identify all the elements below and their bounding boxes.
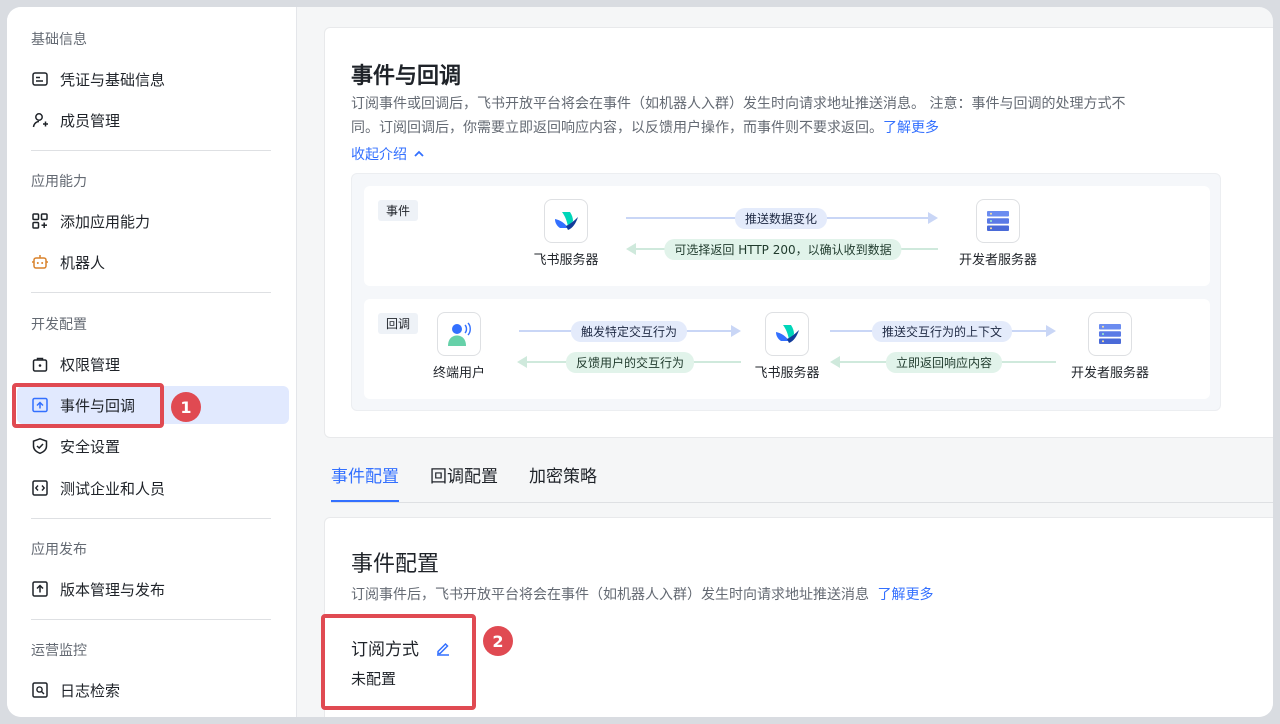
- app-window: 基础信息 凭证与基础信息 成员管理 应用能力 添加应用能力 机器人 开发配置 权…: [7, 7, 1273, 717]
- sidebar-item-test-org[interactable]: 测试企业和人员: [17, 469, 289, 507]
- intro-desc-line1: 订阅事件或回调后，飞书开放平台将会在事件（如机器人入群）发生时向请求地址推送消息…: [351, 96, 1126, 112]
- event-tag: 事件: [378, 200, 419, 221]
- callback-lane: 回调 终端用户 触发特定交互行为 反馈用户的交互行为 飞书服务器 推送交互行为的…: [364, 299, 1210, 399]
- sidebar-item-add-capability[interactable]: 添加应用能力: [17, 202, 289, 240]
- user-add-icon: [31, 111, 49, 129]
- sidebar-item-label: 测试企业和人员: [60, 479, 166, 498]
- collapse-intro-button[interactable]: 收起介绍: [351, 144, 425, 164]
- feishu-logo-icon: [544, 199, 588, 243]
- sidebar-item-label: 版本管理与发布: [60, 580, 166, 599]
- callback-forward2-arrow: 推送交互行为的上下文: [830, 321, 1056, 342]
- chevron-up-icon: [413, 148, 425, 160]
- sidebar-item-credentials[interactable]: 凭证与基础信息: [17, 60, 289, 98]
- divider: [31, 518, 271, 519]
- annotation-badge-1: 1: [171, 392, 201, 422]
- shield-check-icon: [31, 437, 49, 455]
- upload-box-icon: [31, 580, 49, 598]
- robot-icon: [31, 253, 49, 271]
- callback-tag: 回调: [378, 313, 419, 334]
- callback-backward1-label: 反馈用户的交互行为: [565, 352, 695, 373]
- sidebar-item-label: 成员管理: [60, 111, 121, 130]
- sidebar-item-bot[interactable]: 机器人: [17, 243, 289, 281]
- log-search-icon: [31, 681, 49, 699]
- intro-card: 事件与回调 订阅事件或回调后，飞书开放平台将会在事件（如机器人入群）发生时向请求…: [324, 27, 1273, 438]
- sidebar-item-label: 安全设置: [60, 437, 121, 456]
- divider: [31, 292, 271, 293]
- callback-forward1-arrow: 触发特定交互行为: [519, 321, 741, 342]
- divider: [31, 150, 271, 151]
- callback-node3-label: 开发者服务器: [1070, 366, 1149, 381]
- tab-callback-config[interactable]: 回调配置: [430, 462, 498, 502]
- feishu-logo-icon: [765, 312, 809, 356]
- section-title-capabilities: 应用能力: [31, 174, 87, 190]
- sidebar: 基础信息 凭证与基础信息 成员管理 应用能力 添加应用能力 机器人 开发配置 权…: [7, 7, 297, 717]
- annotation-box-1: [12, 383, 164, 428]
- event-forward-arrow: 推送数据变化: [626, 208, 938, 229]
- page-title: 事件与回调: [351, 64, 462, 89]
- config-tabs: 事件配置 回调配置 加密策略: [331, 462, 628, 502]
- section-title-release: 应用发布: [31, 542, 87, 558]
- sidebar-item-label: 添加应用能力: [60, 212, 151, 231]
- tab-encryption[interactable]: 加密策略: [529, 462, 597, 502]
- intro-desc-line2: 同。订阅回调后，你需要立即返回响应内容，以反馈用户操作，而事件则不要求返回。: [351, 120, 883, 136]
- event-config-desc-text: 订阅事件后，飞书开放平台将会在事件（如机器人入群）发生时向请求地址推送消息: [351, 587, 869, 603]
- section-title-dev-config: 开发配置: [31, 317, 87, 333]
- event-config-learn-more-link[interactable]: 了解更多: [877, 587, 933, 603]
- divider: [31, 619, 271, 620]
- sidebar-item-label: 日志检索: [60, 681, 121, 700]
- callback-node1-label: 终端用户: [432, 366, 485, 381]
- sidebar-item-members[interactable]: 成员管理: [17, 101, 289, 139]
- sidebar-item-logs[interactable]: 日志检索: [17, 671, 289, 709]
- lock-bag-icon: [31, 355, 49, 373]
- learn-more-link[interactable]: 了解更多: [883, 120, 939, 136]
- code-box-icon: [31, 479, 49, 497]
- sidebar-item-permissions[interactable]: 权限管理: [17, 345, 289, 383]
- callback-forward2-label: 推送交互行为的上下文: [871, 321, 1013, 342]
- event-config-title: 事件配置: [351, 552, 440, 577]
- flow-diagram: 事件 飞书服务器 推送数据变化 可选择返回 HTTP 200，以确认收到数据 开…: [351, 173, 1221, 411]
- callback-backward1-arrow: 反馈用户的交互行为: [517, 352, 741, 373]
- event-backward-arrow: 可选择返回 HTTP 200，以确认收到数据: [626, 239, 938, 260]
- event-right-node-label: 开发者服务器: [958, 253, 1037, 268]
- sidebar-item-label: 机器人: [60, 253, 106, 272]
- intro-description: 订阅事件或回调后，飞书开放平台将会在事件（如机器人入群）发生时向请求地址推送消息…: [351, 92, 1211, 140]
- sidebar-item-security[interactable]: 安全设置: [17, 427, 289, 465]
- callback-forward1-label: 触发特定交互行为: [570, 321, 688, 342]
- callback-backward2-arrow: 立即返回响应内容: [830, 352, 1056, 373]
- event-left-node-label: 飞书服务器: [533, 253, 599, 268]
- event-backward-label: 可选择返回 HTTP 200，以确认收到数据: [664, 239, 902, 260]
- sidebar-item-versions[interactable]: 版本管理与发布: [17, 570, 289, 608]
- sidebar-item-label: 权限管理: [60, 355, 121, 374]
- section-title-ops: 运营监控: [31, 643, 87, 659]
- sidebar-item-label: 凭证与基础信息: [60, 70, 166, 89]
- tab-event-config[interactable]: 事件配置: [331, 462, 399, 502]
- annotation-badge-2: 2: [483, 626, 513, 656]
- event-lane: 事件 飞书服务器 推送数据变化 可选择返回 HTTP 200，以确认收到数据 开…: [364, 186, 1210, 286]
- end-user-icon: [437, 312, 481, 356]
- section-title-basic: 基础信息: [31, 32, 87, 48]
- event-config-description: 订阅事件后，飞书开放平台将会在事件（如机器人入群）发生时向请求地址推送消息 了解…: [351, 583, 1231, 607]
- main-content: 事件与回调 订阅事件或回调后，飞书开放平台将会在事件（如机器人入群）发生时向请求…: [297, 7, 1273, 717]
- annotation-box-2: [321, 614, 476, 710]
- server-icon: [976, 199, 1020, 243]
- callback-node2-label: 飞书服务器: [754, 366, 820, 381]
- tabs-divider: [331, 502, 1273, 503]
- id-card-icon: [31, 70, 49, 88]
- event-forward-label: 推送数据变化: [734, 208, 828, 229]
- server-icon: [1088, 312, 1132, 356]
- collapse-label: 收起介绍: [351, 147, 407, 163]
- apps-add-icon: [31, 212, 49, 230]
- callback-backward2-label: 立即返回响应内容: [885, 352, 1003, 373]
